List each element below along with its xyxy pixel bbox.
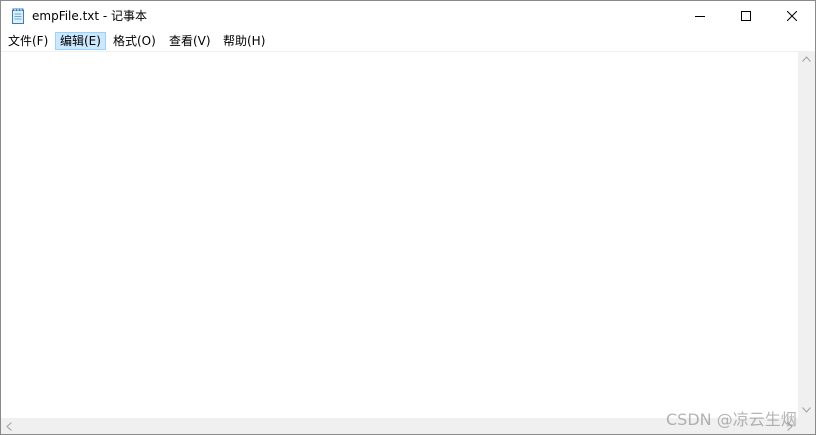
minimize-icon: [695, 16, 705, 17]
size-grip[interactable]: [798, 418, 815, 434]
window-title: empFile.txt - 记事本: [32, 9, 148, 23]
maximize-icon: [741, 11, 751, 21]
menu-bar: 文件(F) 编辑(E) 格式(O) 查看(V) 帮助(H): [1, 31, 815, 51]
maximize-button[interactable]: [723, 1, 769, 31]
close-button[interactable]: [769, 1, 815, 31]
scroll-up-arrow-icon[interactable]: [802, 56, 811, 62]
text-editor[interactable]: [1, 51, 798, 419]
watermark: CSDN @凉云生烟: [666, 410, 797, 429]
minimize-button[interactable]: [677, 1, 723, 31]
menu-format[interactable]: 格式(O): [108, 32, 161, 50]
menu-edit[interactable]: 编辑(E): [55, 32, 106, 50]
scroll-left-arrow-icon[interactable]: [6, 422, 12, 431]
menu-help[interactable]: 帮助(H): [218, 32, 270, 50]
notepad-icon: [12, 8, 24, 24]
scroll-down-arrow-icon[interactable]: [802, 407, 811, 413]
menu-view[interactable]: 查看(V): [164, 32, 216, 50]
menu-file[interactable]: 文件(F): [3, 32, 53, 50]
title-bar[interactable]: empFile.txt - 记事本: [1, 1, 815, 31]
close-icon: [787, 11, 797, 21]
notepad-window: empFile.txt - 记事本 文件(F) 编辑(E) 格式(O) 查看(V…: [0, 0, 816, 435]
vertical-scrollbar[interactable]: [798, 51, 815, 418]
